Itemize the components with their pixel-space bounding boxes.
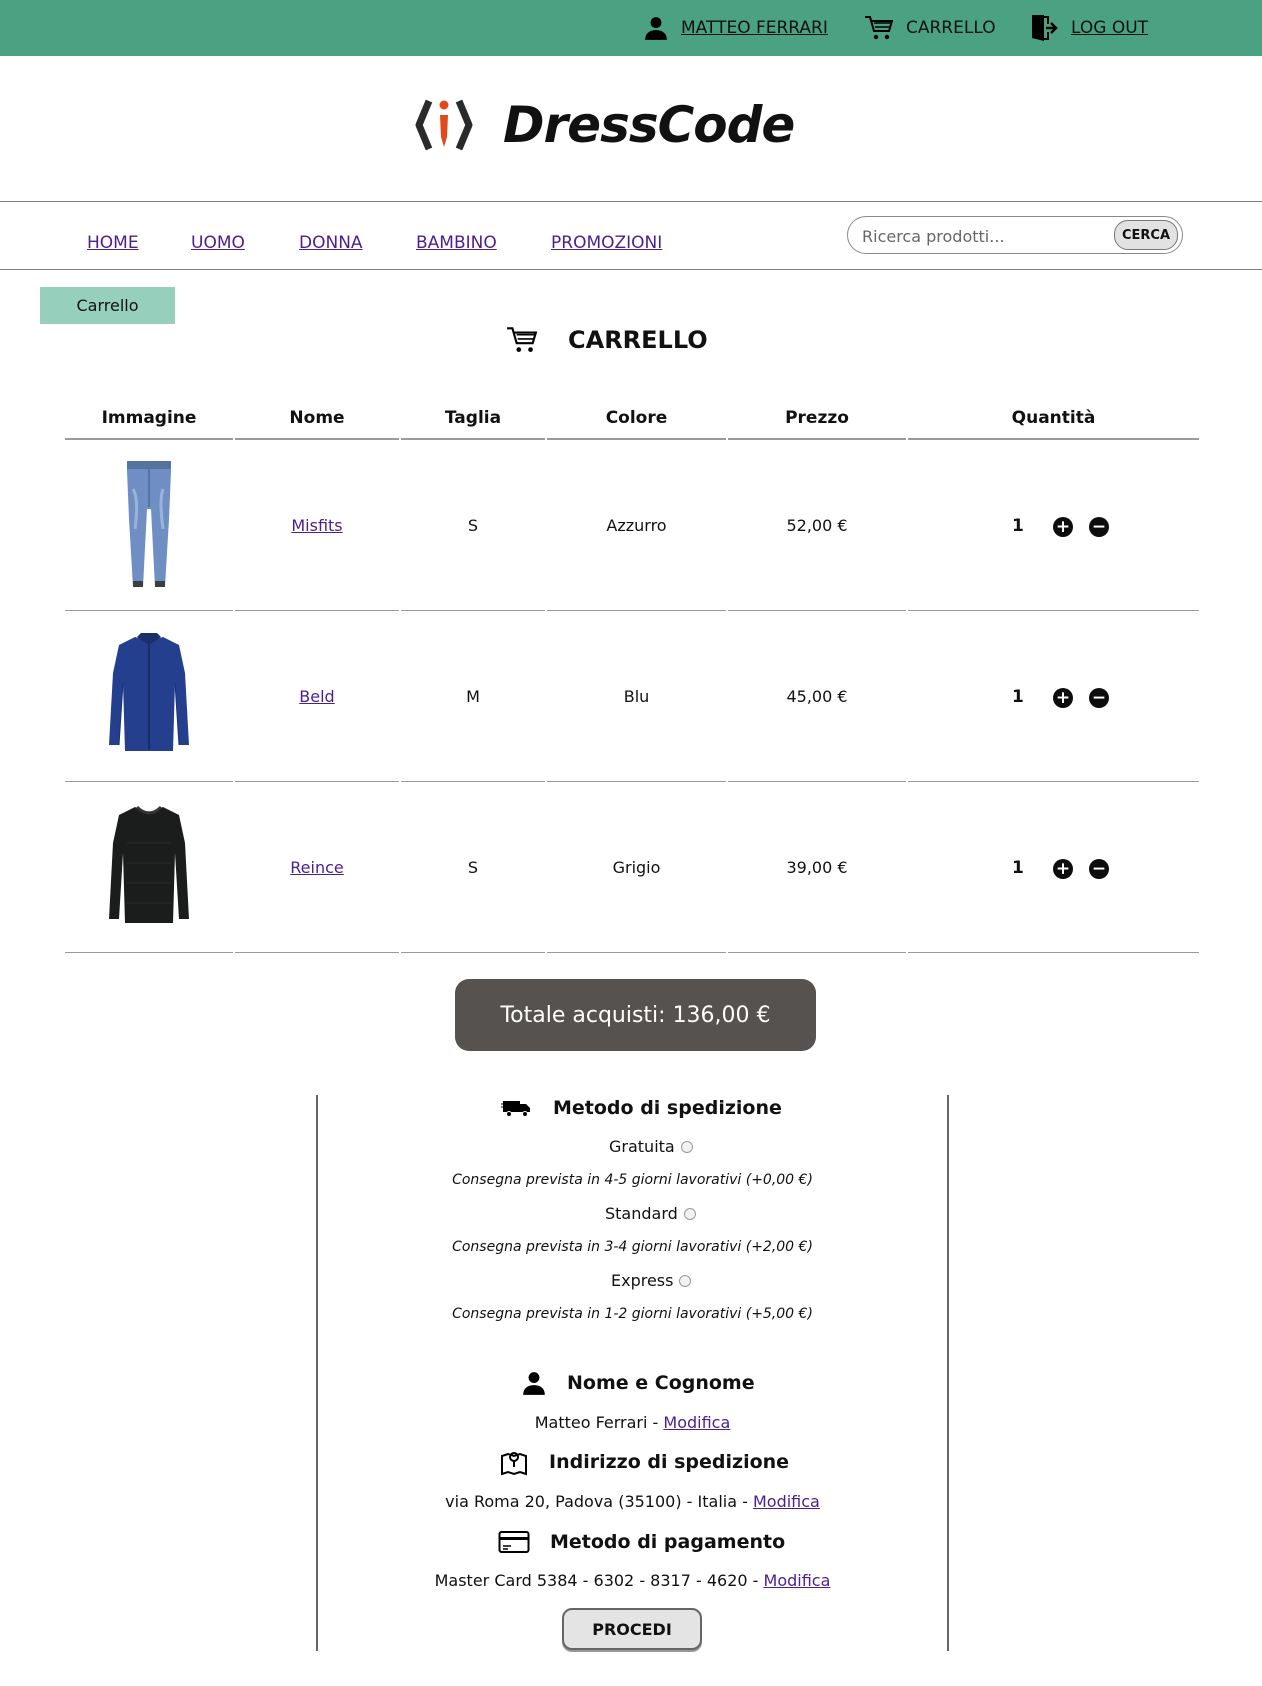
logout-link[interactable]: LOG OUT	[1071, 18, 1148, 38]
product-link[interactable]: Misfits	[235, 516, 399, 535]
product-size: S	[467, 516, 479, 535]
cart-menu[interactable]: CARRELLO	[864, 14, 996, 42]
col-header-image: Immagine	[101, 408, 197, 428]
proceed-button[interactable]: PROCEDI	[562, 1608, 702, 1650]
plus-circle-icon[interactable]: +	[1053, 688, 1073, 708]
payment-value: Master Card 5384 - 6302 - 8317 - 4620 - …	[316, 1571, 949, 1590]
plus-circle-icon[interactable]: +	[1053, 517, 1073, 537]
col-header-quantity: Quantità	[1011, 408, 1096, 428]
cart-icon	[507, 327, 538, 352]
brand-name: DressCode	[503, 96, 795, 154]
shipping-title: Metodo di spedizione	[553, 1097, 782, 1119]
name-heading: Nome e Cognome	[521, 1368, 755, 1398]
shipping-option-label: Gratuita	[609, 1137, 675, 1156]
truck-icon	[501, 1101, 530, 1117]
payment-heading: Metodo di pagamento	[498, 1527, 785, 1557]
logout-icon	[1032, 15, 1058, 41]
name-text: Matteo Ferrari -	[534, 1413, 664, 1432]
page-title: CARRELLO	[506, 320, 708, 360]
product-size: M	[466, 687, 480, 706]
col-header-size: Taglia	[444, 408, 502, 428]
user-icon	[523, 1372, 545, 1395]
search-input[interactable]	[860, 223, 1094, 249]
top-bar: MATTEO FERRARI CARRELLO LOG OUT	[0, 0, 1262, 56]
product-link[interactable]: Reince	[235, 858, 399, 877]
user-menu[interactable]: MATTEO FERRARI	[643, 14, 828, 42]
page-title-text: CARRELLO	[568, 326, 708, 354]
nav-promozioni[interactable]: PROMOZIONI	[551, 233, 662, 253]
minus-circle-icon[interactable]: −	[1089, 859, 1109, 879]
product-color: Azzurro	[606, 516, 667, 535]
name-value: Matteo Ferrari - Modifica	[316, 1413, 949, 1432]
minus-circle-icon[interactable]: −	[1089, 517, 1109, 537]
address-title: Indirizzo di spedizione	[549, 1451, 790, 1473]
col-header-name: Nome	[289, 408, 345, 428]
shipping-option-label: Express	[611, 1271, 674, 1290]
product-color: Grigio	[612, 858, 661, 877]
breadcrumb: Carrello	[40, 287, 175, 324]
shipping-heading: Metodo di spedizione	[501, 1094, 782, 1122]
edit-name-link[interactable]: Modifica	[663, 1413, 730, 1432]
map-pin-icon	[501, 1452, 527, 1476]
shipping-option-gratuita[interactable]: Gratuita	[609, 1137, 693, 1156]
product-image-jeans	[127, 461, 171, 587]
minus-circle-icon[interactable]: −	[1089, 688, 1109, 708]
radio-button[interactable]	[679, 1274, 692, 1287]
product-image-sweater	[109, 805, 189, 923]
radio-button[interactable]	[680, 1140, 693, 1153]
nav-bambino[interactable]: BAMBINO	[416, 233, 497, 253]
product-quantity: 1	[1012, 858, 1024, 878]
credit-card-icon	[498, 1531, 530, 1553]
product-size: S	[467, 858, 479, 877]
product-link[interactable]: Beld	[235, 687, 399, 706]
logo-mark-icon	[415, 99, 473, 151]
edit-address-link[interactable]: Modifica	[753, 1492, 820, 1511]
nav-uomo[interactable]: UOMO	[191, 233, 245, 253]
shipping-option-label: Standard	[605, 1204, 678, 1223]
radio-button[interactable]	[683, 1207, 696, 1220]
cart-label[interactable]: CARRELLO	[906, 18, 996, 38]
nav-donna[interactable]: DONNA	[299, 233, 363, 253]
brand-logo[interactable]: DressCode	[415, 90, 795, 160]
shipping-note: Consegna prevista in 1-2 giorni lavorati…	[452, 1306, 813, 1322]
total-badge: Totale acquisti: 136,00 €	[455, 979, 816, 1051]
shipping-note: Consegna prevista in 3-4 giorni lavorati…	[452, 1239, 813, 1255]
address-text: via Roma 20, Padova (35100) - Italia -	[445, 1492, 753, 1511]
search-button[interactable]: CERCA	[1114, 220, 1178, 250]
payment-title: Metodo di pagamento	[550, 1531, 786, 1553]
name-title: Nome e Cognome	[567, 1372, 755, 1394]
product-price: 45,00 €	[786, 687, 848, 706]
payment-text: Master Card 5384 - 6302 - 8317 - 4620 -	[434, 1571, 764, 1590]
cart-icon	[865, 16, 894, 40]
address-heading: Indirizzo di spedizione	[499, 1447, 789, 1477]
product-color: Blu	[623, 687, 650, 706]
product-price: 52,00 €	[786, 516, 848, 535]
product-quantity: 1	[1012, 516, 1024, 536]
product-price: 39,00 €	[786, 858, 848, 877]
product-image-shirt	[109, 633, 189, 751]
search-box: CERCA	[847, 216, 1183, 254]
product-quantity: 1	[1012, 687, 1024, 707]
shipping-option-standard[interactable]: Standard	[605, 1204, 696, 1223]
nav-home[interactable]: HOME	[87, 233, 139, 253]
address-value: via Roma 20, Padova (35100) - Italia - M…	[316, 1492, 949, 1511]
nav-divider-top	[0, 201, 1262, 202]
shipping-note: Consegna prevista in 4-5 giorni lavorati…	[452, 1172, 813, 1188]
edit-payment-link[interactable]: Modifica	[764, 1571, 831, 1590]
plus-circle-icon[interactable]: +	[1053, 859, 1073, 879]
user-icon	[645, 17, 667, 40]
logout-menu[interactable]: LOG OUT	[1029, 14, 1148, 42]
nav-divider-bottom	[0, 269, 1262, 270]
user-name-link[interactable]: MATTEO FERRARI	[681, 18, 828, 38]
shipping-option-express[interactable]: Express	[611, 1271, 692, 1290]
col-header-price: Prezzo	[785, 408, 849, 428]
col-header-color: Colore	[605, 408, 668, 428]
